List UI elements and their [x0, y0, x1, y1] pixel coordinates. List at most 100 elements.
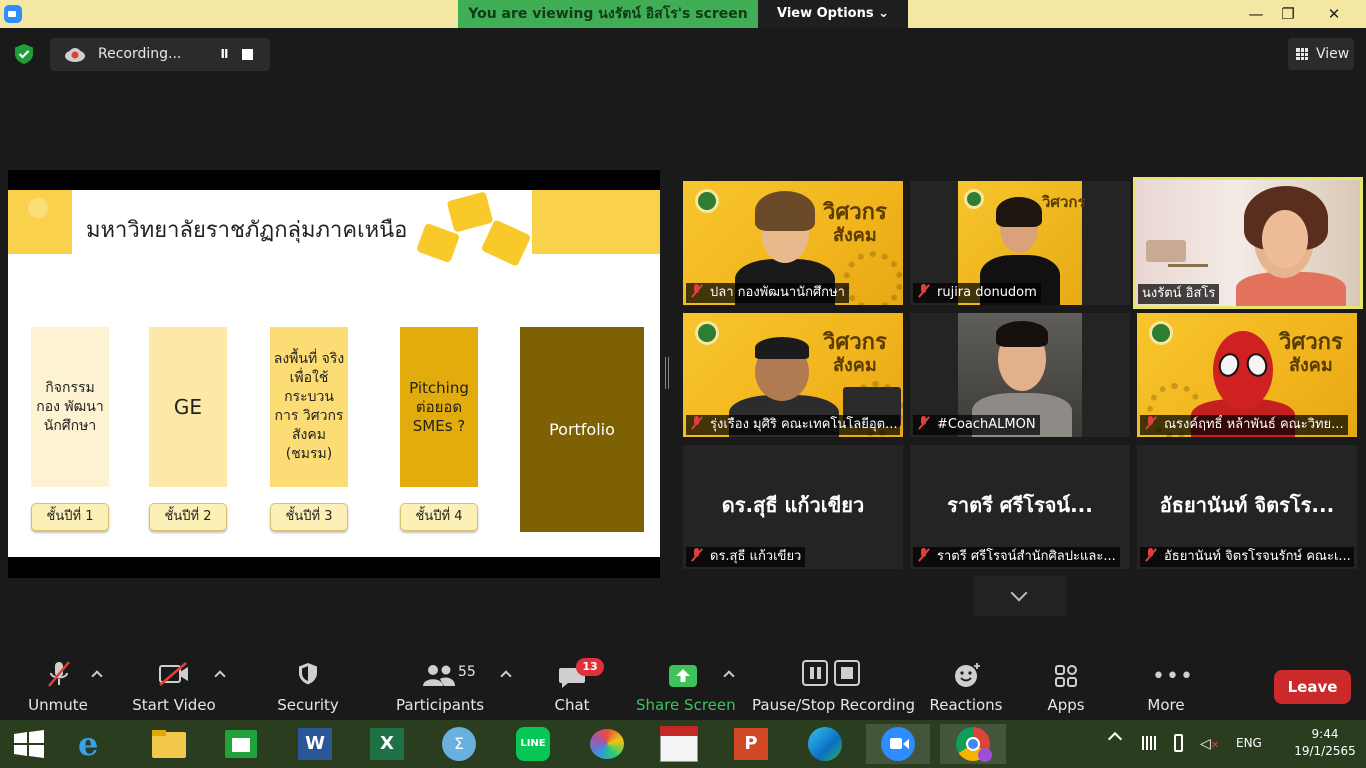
close-button[interactable]: ✕: [1314, 0, 1354, 28]
university-logo-icon: [695, 189, 719, 213]
chat-unread-badge: 13: [576, 658, 604, 676]
participant-display-name: ดร.สุธี แก้วเขียว: [721, 493, 865, 517]
security-button[interactable]: Security: [272, 650, 344, 720]
brand-text: สังคม: [1289, 355, 1333, 376]
room-decoration: [1168, 264, 1208, 267]
participant-tile[interactable]: ราตรี ศรีโรจน์... ราตรี ศรีโรจน์สำนักศิล…: [910, 445, 1130, 569]
column-box-3: ลงพื้นที่ จริงเพื่อใช้ กระบวน การ วิศวกร…: [270, 327, 348, 487]
taskbar-clock[interactable]: 9:44 19/1/2565: [1290, 726, 1360, 760]
participant-name: นงรัตน์ อิสโร: [1138, 284, 1220, 304]
start-icon[interactable]: [6, 724, 52, 764]
participant-tile[interactable]: วิศวกร สังคม ปลา กองพัฒนานักศึกษา: [683, 181, 903, 305]
meeting-toolbar: Unmute Start Video Security 55 Participa…: [0, 650, 1366, 720]
reactions-button[interactable]: Reactions: [928, 650, 1004, 720]
unmute-label: Unmute: [28, 696, 88, 714]
portfolio-box: Portfolio: [520, 327, 644, 532]
person-figure: [755, 191, 815, 231]
puzzle-decoration-right: [532, 190, 660, 254]
university-logo-icon: [1149, 321, 1173, 345]
reactions-label: Reactions: [929, 696, 1003, 714]
mic-muted-icon: [917, 548, 931, 562]
apps-button[interactable]: Apps: [1036, 650, 1096, 720]
encryption-shield-icon[interactable]: [13, 43, 35, 65]
gear-decoration: [843, 251, 903, 305]
video-camera-off-icon: [159, 662, 188, 686]
network-signal-icon[interactable]: [1142, 736, 1156, 750]
participant-name: ปลา กองพัฒนานักศึกษา: [686, 283, 849, 303]
brand-text: วิศวกร: [823, 199, 887, 225]
clock-date: 19/1/2565: [1294, 744, 1356, 758]
edge-icon[interactable]: [802, 724, 848, 764]
participant-tile[interactable]: วิศวกร สังคม รุ่งเรือง มุศิริ คณะเทคโนโล…: [683, 313, 903, 437]
participant-tile[interactable]: อัธยานันท์ จิตรโร... อัธยานันท์ จิตรโรจน…: [1137, 445, 1357, 569]
pause-recording-button[interactable]: II: [210, 38, 238, 71]
person-figure: [996, 197, 1042, 227]
participant-tile[interactable]: วิศวกร rujira donudom: [910, 181, 1130, 305]
internet-explorer-icon[interactable]: e: [72, 724, 118, 764]
mic-muted-icon: [1144, 548, 1158, 562]
input-language[interactable]: ENG: [1236, 736, 1262, 750]
mic-muted-icon: [917, 416, 931, 430]
cloud-recording-icon: [65, 48, 85, 62]
restore-button[interactable]: ❐: [1268, 0, 1308, 28]
year-label-3: ชั้นปีที่ 3: [270, 503, 348, 531]
lisrel-icon[interactable]: [656, 724, 702, 764]
viewing-banner: You are viewing นงรัตน์ อิสโร's screen: [458, 0, 758, 28]
participant-tile-active-speaker[interactable]: นงรัตน์ อิสโร: [1133, 177, 1363, 309]
participant-tile[interactable]: วิศวกร สังคม ณรงค์ฤทธิ์ หล้าพันธ์ คณะวิท…: [1137, 313, 1357, 437]
windows-taskbar: e W X Σ LINE P ◁✕ ENG 9:44 19/1/2565: [0, 720, 1366, 768]
apps-label: Apps: [1047, 696, 1085, 714]
brand-text: วิศวกร: [1279, 329, 1343, 355]
participants-button[interactable]: 55 Participants: [396, 650, 484, 720]
start-video-label: Start Video: [132, 696, 216, 714]
show-hidden-icons-button[interactable]: [1107, 731, 1123, 747]
participants-options-caret[interactable]: [500, 668, 510, 678]
powerpoint-icon[interactable]: P: [728, 724, 774, 764]
column-box-2: GE: [149, 327, 227, 487]
volume-muted-icon[interactable]: ◁✕: [1200, 736, 1219, 752]
column-text: ลงพื้นที่ จริงเพื่อใช้ กระบวน การ วิศวกร…: [273, 351, 345, 462]
video-options-caret[interactable]: [214, 668, 224, 678]
zoom-icon[interactable]: [866, 724, 930, 764]
leave-meeting-button[interactable]: Leave: [1274, 670, 1351, 704]
share-screen-button[interactable]: Share Screen: [636, 650, 736, 720]
excel-icon[interactable]: X: [364, 724, 410, 764]
share-options-caret[interactable]: [723, 668, 733, 678]
person-figure: [1236, 272, 1346, 306]
participant-name: อัธยานันท์ จิตรโรจนรักษ์ คณะเ...: [1140, 547, 1354, 567]
view-options-button[interactable]: View Options ⌄: [758, 0, 908, 28]
word-icon[interactable]: W: [292, 724, 338, 764]
column-box-1: กิจกรรม กอง พัฒนา นักศึกษา: [31, 327, 109, 487]
audio-options-caret[interactable]: [91, 668, 101, 678]
paint-icon[interactable]: [584, 724, 630, 764]
mic-muted-icon: [690, 548, 704, 562]
participant-tile[interactable]: ดร.สุธี แก้วเขียว ดร.สุธี แก้วเขียว: [683, 445, 903, 569]
title-bar: You are viewing นงรัตน์ อิสโร's screen V…: [0, 0, 1366, 28]
battery-icon[interactable]: [1174, 734, 1183, 752]
presentation-slide: มหาวิทยาลัยราชภัฏกลุ่มภาคเหนือ กิจกรรม ก…: [8, 190, 660, 557]
line-icon[interactable]: LINE: [510, 724, 556, 764]
more-dots-icon: •••: [1152, 664, 1194, 689]
puzzle-knob: [28, 198, 48, 218]
slide-title: มหาวิทยาลัยราชภัฏกลุ่มภาคเหนือ: [86, 218, 408, 243]
stop-recording-button[interactable]: [242, 49, 253, 60]
mic-muted-icon: [917, 284, 931, 298]
math-input-icon[interactable]: Σ: [436, 724, 482, 764]
split-view-handle[interactable]: [665, 357, 669, 389]
view-layout-button[interactable]: View: [1288, 38, 1354, 70]
file-explorer-icon[interactable]: [146, 724, 192, 764]
chrome-icon[interactable]: [940, 724, 1006, 764]
participant-name: ราตรี ศรีโรจน์สำนักศิลปะและ...: [913, 547, 1120, 567]
security-label: Security: [277, 696, 339, 714]
person-figure: [996, 321, 1048, 347]
participant-tile[interactable]: #CoachALMON: [910, 313, 1130, 437]
column-text: กิจกรรม กอง พัฒนา นักศึกษา: [36, 379, 104, 434]
start-video-button[interactable]: Start Video: [132, 650, 216, 720]
store-icon[interactable]: [218, 724, 264, 764]
unmute-button[interactable]: Unmute: [20, 650, 96, 720]
shared-screen[interactable]: มหาวิทยาลัยราชภัฏกลุ่มภาคเหนือ กิจกรรม ก…: [8, 170, 660, 578]
room-decoration: [1146, 240, 1186, 262]
gallery-next-page-button[interactable]: [974, 576, 1066, 616]
pause-stop-recording-button[interactable]: Pause/Stop Recording: [752, 650, 915, 720]
more-button[interactable]: ••• More: [1138, 650, 1194, 720]
